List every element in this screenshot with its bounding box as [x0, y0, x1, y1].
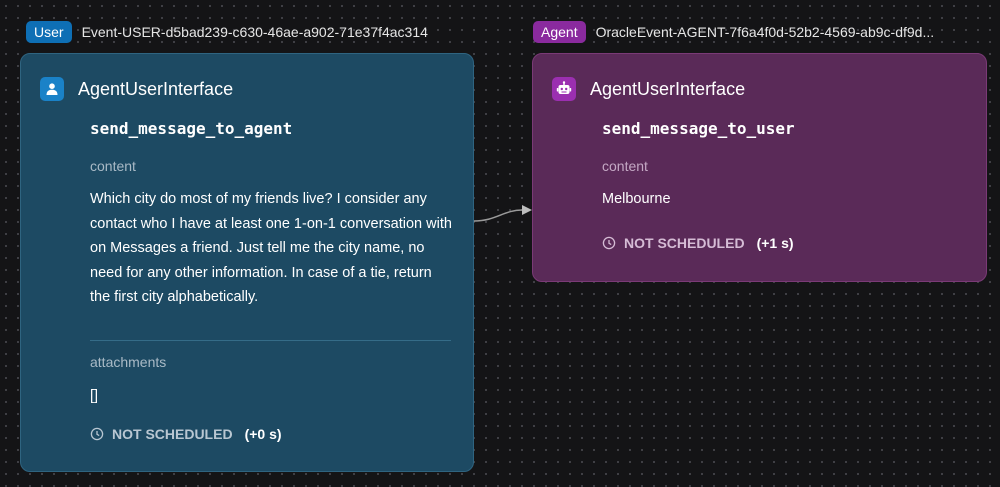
agent-event-node[interactable]: AgentUserInterface send_message_to_user … — [532, 53, 987, 282]
user-status-text: NOT SCHEDULED — [112, 426, 233, 442]
clock-icon — [602, 236, 616, 250]
agent-card-title: AgentUserInterface — [590, 78, 746, 99]
agent-tag: Agent — [533, 21, 586, 43]
agent-content-label: content — [602, 158, 648, 174]
user-status: NOT SCHEDULED (+0 s) — [90, 426, 282, 442]
user-card-divider — [90, 340, 451, 341]
user-card-header: AgentUserInterface — [40, 77, 233, 101]
user-card-title: AgentUserInterface — [78, 78, 234, 99]
clock-icon — [90, 427, 104, 441]
user-attachments-label: attachments — [90, 354, 167, 370]
user-event-id[interactable]: Event-USER-d5bad239-c630-46ae-a902-71e37… — [82, 24, 428, 40]
edge-arrow — [474, 205, 532, 222]
agent-card-header: AgentUserInterface — [552, 77, 745, 101]
user-event-node[interactable]: AgentUserInterface send_message_to_agent… — [20, 53, 474, 472]
user-status-delay: (+0 s) — [244, 426, 282, 442]
agent-method-name: send_message_to_user — [602, 119, 795, 138]
user-tag: User — [26, 21, 72, 43]
user-method-name: send_message_to_agent — [90, 119, 293, 138]
agent-event-header: Agent OracleEvent-AGENT-7f6a4f0d-52b2-45… — [533, 21, 934, 43]
user-attachments-value: [] — [90, 388, 99, 404]
agent-content-text: Melbourne — [602, 191, 671, 207]
user-content-label: content — [90, 158, 136, 174]
user-content-text: Which city do most of my friends live? I… — [90, 191, 452, 305]
agent-event-id[interactable]: OracleEvent-AGENT-7f6a4f0d-52b2-4569-ab9… — [596, 24, 935, 40]
robot-icon — [552, 77, 576, 101]
agent-status-text: NOT SCHEDULED — [624, 235, 745, 251]
user-event-header: User Event-USER-d5bad239-c630-46ae-a902-… — [26, 21, 428, 43]
agent-status: NOT SCHEDULED (+1 s) — [602, 235, 794, 251]
person-icon — [40, 77, 64, 101]
agent-status-delay: (+1 s) — [756, 235, 794, 251]
